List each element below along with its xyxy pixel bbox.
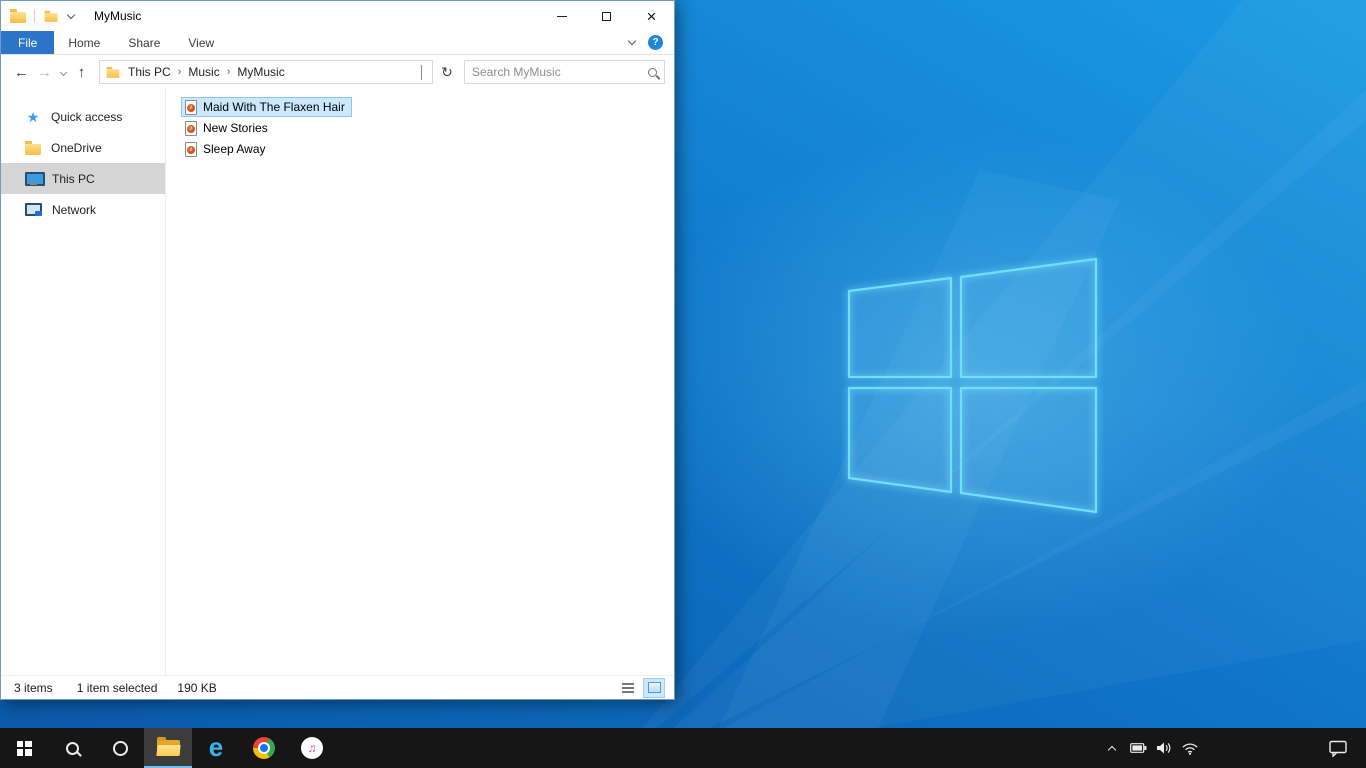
battery-tray-button[interactable] [1125,743,1151,753]
window-folder-icon [10,9,26,23]
itunes-icon: ♫ [301,737,323,759]
sidebar-item-onedrive[interactable]: OneDrive [1,132,165,163]
sidebar-item-label: Quick access [51,109,123,124]
taskbar-search-button[interactable] [48,728,96,768]
qat-folder-icon[interactable] [44,10,58,22]
taskbar-internet-explorer-button[interactable]: e [192,728,240,768]
file-item[interactable]: New Stories [181,118,275,138]
sidebar-item-label: Network [52,202,97,217]
address-bar: ← → ↑ This PC › Music › MyMusic ↻ [1,55,674,89]
tab-home[interactable]: Home [54,31,114,54]
cortana-circle-icon [112,740,128,756]
navigation-pane: ★ Quick access OneDrive This PC Network [1,89,166,675]
chevron-down-icon [59,68,67,76]
search-input[interactable] [472,65,648,79]
folder-icon [25,140,41,155]
address-dropdown-button[interactable] [416,65,427,80]
music-file-icon [185,141,197,157]
address-box[interactable]: This PC › Music › MyMusic [99,60,433,84]
file-name: Sleep Away [203,142,266,156]
status-bar: 3 items 1 item selected 190 KB [1,675,674,699]
maximize-button[interactable] [584,1,629,31]
internet-explorer-icon: e [208,732,224,762]
thumbnail-view-icon [647,682,661,693]
qat-chevron-icon[interactable] [66,10,76,19]
system-tray [1099,728,1366,768]
file-name: New Stories [203,121,268,135]
file-explorer-window: MyMusic × File Home Share View ? ← → ↑ T… [0,0,675,700]
search-box[interactable] [464,60,665,84]
ribbon-tabs: File Home Share View ? [1,31,674,55]
taskbar-itunes-button[interactable]: ♫ [288,728,336,768]
tab-file[interactable]: File [1,31,55,54]
window-title: MyMusic [94,9,142,23]
sidebar-item-label: OneDrive [51,140,102,155]
cortana-button[interactable] [96,728,144,768]
breadcrumb-this-pc[interactable]: This PC [121,65,178,79]
search-icon[interactable] [648,67,657,77]
file-item[interactable]: Sleep Away [181,139,273,159]
chevron-down-icon [421,65,422,80]
location-folder-icon [106,66,120,78]
details-view-icon [622,686,634,689]
qat-separator [34,9,35,23]
show-hidden-icons-button[interactable] [1099,744,1125,754]
taskbar-file-explorer-button[interactable] [144,728,192,768]
sidebar-item-network[interactable]: Network [1,194,165,225]
tab-view[interactable]: View [174,31,228,54]
file-list[interactable]: Maid With The Flaxen Hair New Stories Sl… [166,89,674,675]
taskbar-chrome-button[interactable] [240,728,288,768]
selection-count: 1 item selected [76,680,158,695]
breadcrumb-music[interactable]: Music [181,65,226,79]
recent-locations-button[interactable] [56,68,70,76]
view-switcher [618,677,665,698]
start-button[interactable] [0,728,48,768]
close-icon: × [646,6,657,26]
music-file-icon [185,99,197,115]
sidebar-item-quick-access[interactable]: ★ Quick access [1,101,165,132]
network-tray-button[interactable] [1177,742,1203,755]
back-button[interactable]: ← [10,64,33,81]
close-button[interactable]: × [629,1,674,31]
volume-tray-button[interactable] [1151,742,1177,754]
maximize-icon [602,11,611,21]
folder-icon [156,737,180,756]
tab-share[interactable]: Share [114,31,174,54]
search-icon [65,741,79,755]
speaker-icon [1156,742,1170,754]
sidebar-item-label: This PC [52,171,95,186]
help-icon[interactable]: ? [648,35,663,50]
window-controls: × [539,1,674,31]
thumbnail-view-button[interactable] [643,677,665,698]
chevron-up-icon [1107,745,1117,754]
sidebar-item-this-pc[interactable]: This PC [1,163,165,194]
up-button[interactable]: ↑ [70,64,93,81]
star-icon: ★ [26,108,40,125]
wifi-icon [1182,743,1198,755]
action-center-icon [1329,740,1347,757]
windows-logo-icon [16,740,32,756]
file-name: Maid With The Flaxen Hair [203,100,345,114]
network-icon [25,203,42,216]
refresh-button[interactable]: ↻ [436,64,458,81]
forward-button[interactable]: → [33,64,56,81]
breadcrumb-mymusic[interactable]: MyMusic [230,65,291,79]
action-center-button[interactable] [1315,740,1361,757]
minimize-button[interactable] [539,1,584,31]
battery-icon [1129,743,1146,753]
details-view-button[interactable] [618,679,638,697]
minimize-icon [556,15,567,17]
taskbar: e ♫ [0,728,1366,768]
chrome-icon [253,737,275,759]
window-body: ★ Quick access OneDrive This PC Network … [1,89,674,675]
selection-size: 190 KB [177,680,217,695]
file-item-selected[interactable]: Maid With The Flaxen Hair [181,97,352,117]
music-file-icon [185,120,197,136]
expand-ribbon-chevron-icon[interactable] [627,36,637,46]
title-bar[interactable]: MyMusic × [1,1,674,31]
item-count: 3 items [14,680,53,695]
monitor-icon [25,172,45,186]
